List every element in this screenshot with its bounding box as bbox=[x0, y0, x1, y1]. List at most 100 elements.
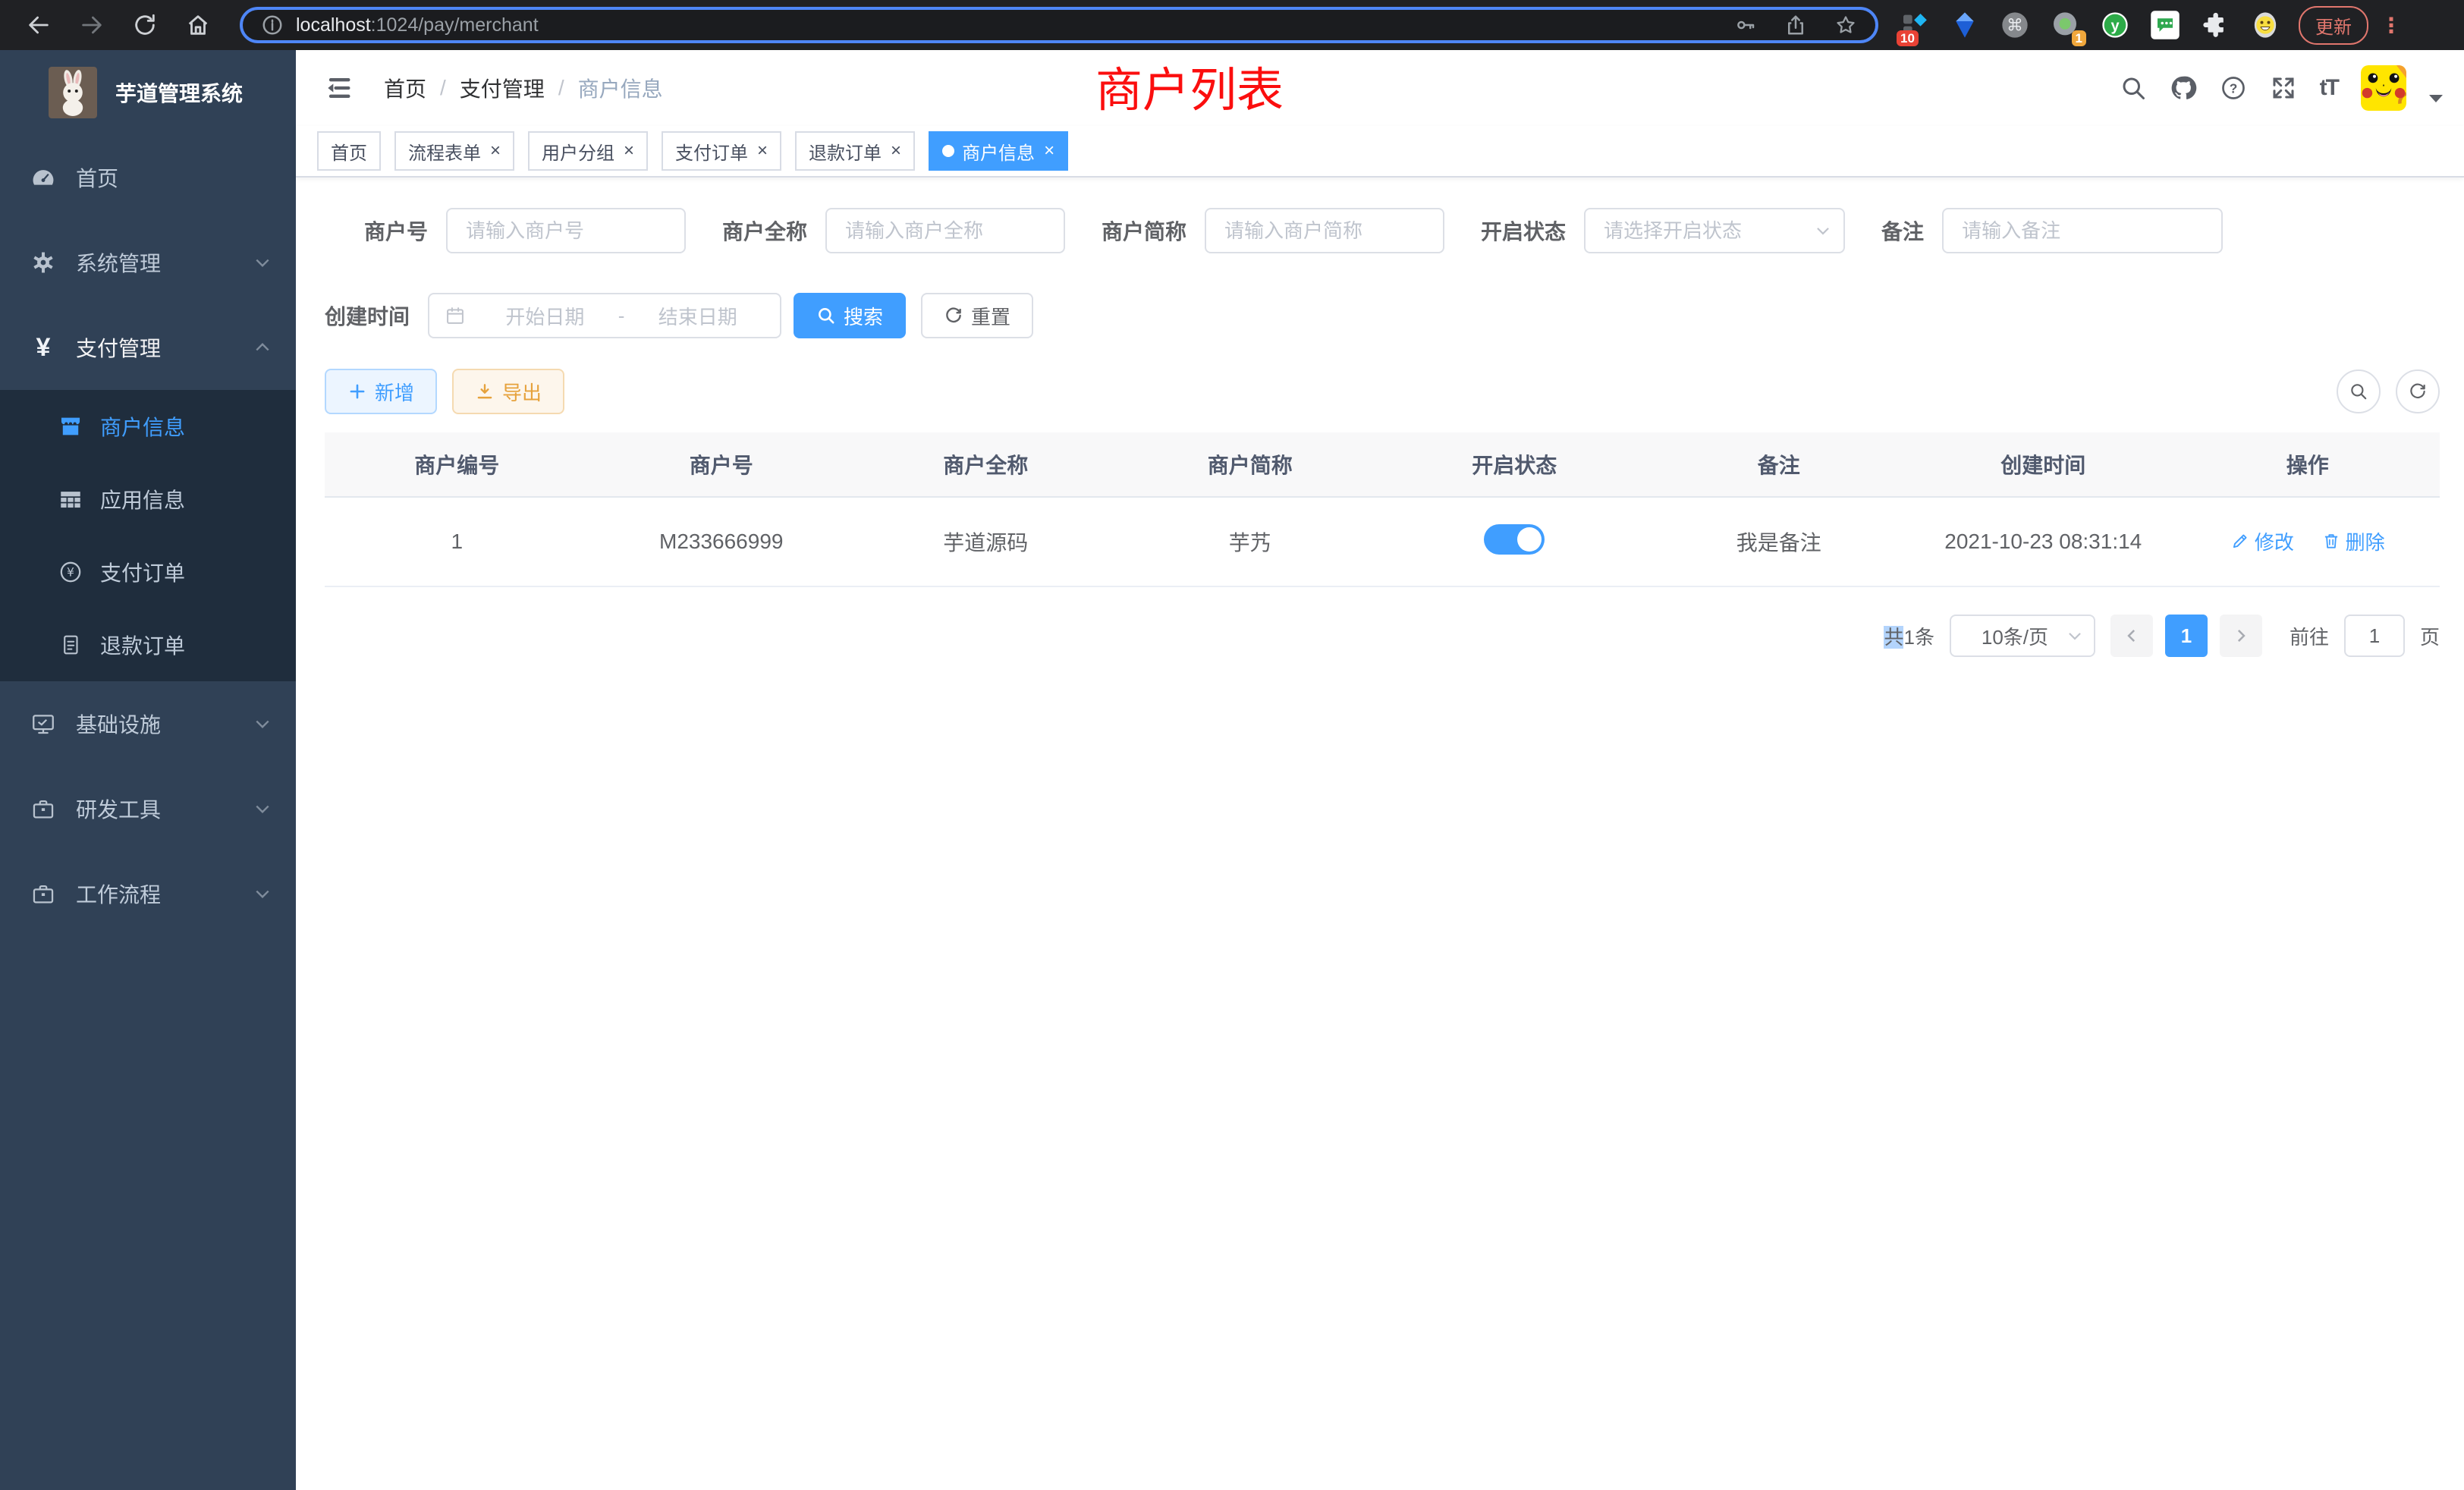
pagination: 共1条 10条/页 1 前往 页 bbox=[325, 615, 2440, 657]
close-icon[interactable]: × bbox=[624, 142, 634, 160]
tab-label: 用户分组 bbox=[542, 138, 614, 165]
merchant-no-input[interactable] bbox=[446, 208, 686, 253]
command-extension-icon[interactable]: ⌘ bbox=[2000, 10, 2030, 40]
tab-refund-order[interactable]: 退款订单× bbox=[795, 131, 915, 171]
back-icon[interactable] bbox=[26, 12, 52, 38]
password-key-icon[interactable] bbox=[1734, 14, 1757, 36]
col-status: 开启状态 bbox=[1382, 432, 1647, 497]
url-bar[interactable]: localhost:1024/pay/merchant bbox=[240, 7, 1878, 43]
tab-user-group[interactable]: 用户分组 × bbox=[528, 131, 648, 171]
share-icon[interactable] bbox=[1784, 14, 1807, 36]
filter-status: 开启状态 bbox=[1481, 208, 1845, 253]
sidebar-item-merchant-info[interactable]: 商户信息 bbox=[0, 390, 296, 463]
toolbar-right bbox=[2337, 369, 2440, 413]
fullscreen-icon[interactable] bbox=[2270, 74, 2297, 102]
sidebar-item-app-info[interactable]: 应用信息 bbox=[0, 463, 296, 536]
cell-status bbox=[1382, 497, 1647, 586]
forward-icon[interactable] bbox=[79, 12, 105, 38]
update-label: 更新 bbox=[2315, 17, 2352, 38]
table-toolbar: 新增 导出 bbox=[325, 369, 2440, 414]
user-avatar[interactable] bbox=[2361, 65, 2406, 111]
reset-button[interactable]: 重置 bbox=[921, 293, 1033, 338]
toggle-search-button[interactable] bbox=[2337, 369, 2381, 413]
search-icon[interactable] bbox=[2120, 74, 2147, 102]
yuque-extension-icon[interactable]: y bbox=[2100, 10, 2130, 40]
cell-actions: 修改 删除 bbox=[2176, 497, 2440, 586]
breadcrumb-home[interactable]: 首页 bbox=[384, 73, 426, 103]
date-range-picker[interactable]: 开始日期 - 结束日期 bbox=[428, 293, 781, 338]
total-number: 1 bbox=[1903, 626, 1914, 649]
tab-label: 支付订单 bbox=[675, 138, 748, 165]
field-label: 商户全称 bbox=[722, 215, 825, 246]
status-select-input[interactable] bbox=[1584, 208, 1845, 253]
gem-extension-icon[interactable] bbox=[1950, 10, 1980, 40]
short-name-input[interactable] bbox=[1205, 208, 1444, 253]
status-toggle[interactable] bbox=[1484, 524, 1545, 555]
browser-update-button[interactable]: 更新 bbox=[2299, 6, 2368, 45]
prev-page-button[interactable] bbox=[2110, 615, 2153, 657]
breadcrumb-current: 商户信息 bbox=[578, 73, 663, 103]
site-info-icon[interactable] bbox=[261, 14, 284, 36]
tab-merchant-info[interactable]: 商户信息× bbox=[929, 131, 1068, 171]
recorder-extension-icon[interactable]: 1 bbox=[2050, 10, 2080, 40]
sidebar-item-refund-order[interactable]: 退款订单 bbox=[0, 608, 296, 681]
tab-pay-order[interactable]: 支付订单 × bbox=[662, 131, 781, 171]
sidebar-item-infra[interactable]: 基础设施 bbox=[0, 681, 296, 766]
pinned-extension-icon[interactable]: 10 bbox=[1900, 10, 1930, 40]
breadcrumb: 首页 / 支付管理 / 商户信息 bbox=[384, 73, 663, 103]
delete-link[interactable]: 删除 bbox=[2321, 527, 2385, 555]
date-start-placeholder[interactable]: 开始日期 bbox=[478, 302, 612, 330]
remark-input[interactable] bbox=[1942, 208, 2223, 253]
home-icon[interactable] bbox=[185, 12, 211, 38]
close-icon[interactable]: × bbox=[490, 142, 501, 160]
github-icon[interactable] bbox=[2170, 74, 2197, 102]
sidebar-item-home[interactable]: 首页 bbox=[0, 135, 296, 220]
sidebar-item-system[interactable]: 系统管理 bbox=[0, 220, 296, 305]
reload-icon[interactable] bbox=[132, 12, 158, 38]
full-name-input[interactable] bbox=[825, 208, 1065, 253]
breadcrumb-separator: / bbox=[558, 76, 564, 100]
edit-link[interactable]: 修改 bbox=[2230, 527, 2294, 555]
search-button-label: 搜索 bbox=[844, 302, 883, 330]
search-button[interactable]: 搜索 bbox=[794, 293, 906, 338]
hamburger-icon[interactable] bbox=[323, 73, 354, 103]
refresh-table-button[interactable] bbox=[2396, 369, 2440, 413]
chat-extension-icon[interactable] bbox=[2150, 10, 2180, 40]
goto-label: 前往 bbox=[2290, 622, 2329, 650]
emoji-extension-icon[interactable] bbox=[2250, 10, 2280, 40]
sidebar-item-devtool[interactable]: 研发工具 bbox=[0, 766, 296, 851]
sidebar-item-workflow[interactable]: 工作流程 bbox=[0, 851, 296, 936]
status-select[interactable] bbox=[1584, 208, 1845, 253]
browser-toolbar: localhost:1024/pay/merchant 10 ⌘ 1 y bbox=[0, 0, 2464, 50]
page-number-1[interactable]: 1 bbox=[2165, 615, 2208, 657]
breadcrumb-pay[interactable]: 支付管理 bbox=[460, 73, 545, 103]
plus-icon bbox=[347, 382, 367, 401]
close-icon[interactable]: × bbox=[891, 142, 901, 160]
tab-home[interactable]: 首页 bbox=[317, 131, 381, 171]
page-size-select[interactable]: 10条/页 bbox=[1950, 615, 2095, 657]
document-icon bbox=[58, 632, 83, 658]
goto-page-input[interactable] bbox=[2344, 615, 2405, 657]
close-icon[interactable]: × bbox=[757, 142, 768, 160]
shop-icon bbox=[58, 413, 83, 439]
date-end-placeholder[interactable]: 结束日期 bbox=[630, 302, 765, 330]
export-button[interactable]: 导出 bbox=[452, 369, 564, 414]
browser-menu-icon[interactable]: ⋮ bbox=[2381, 13, 2402, 38]
caret-down-icon[interactable] bbox=[2429, 95, 2443, 102]
yen-circle-icon: ¥ bbox=[58, 559, 83, 585]
url-path: :1024/pay/merchant bbox=[371, 14, 539, 36]
filter-full-name: 商户全称 bbox=[722, 208, 1065, 253]
bookmark-star-icon[interactable] bbox=[1834, 14, 1857, 36]
sidebar-logo[interactable]: 芋道管理系统 bbox=[0, 50, 296, 135]
tab-process-form[interactable]: 流程表单× bbox=[394, 131, 514, 171]
help-icon[interactable]: ? bbox=[2220, 74, 2247, 102]
close-icon[interactable]: × bbox=[1044, 142, 1054, 160]
puzzle-extensions-icon[interactable] bbox=[2200, 10, 2230, 40]
add-button[interactable]: 新增 bbox=[325, 369, 437, 414]
sidebar-item-pay-order[interactable]: ¥ 支付订单 bbox=[0, 536, 296, 608]
next-page-button[interactable] bbox=[2220, 615, 2262, 657]
refresh-icon bbox=[2408, 382, 2428, 401]
font-size-icon[interactable]: tT bbox=[2320, 75, 2338, 101]
filter-merchant-no: 商户号 bbox=[325, 208, 686, 253]
sidebar-item-pay[interactable]: ¥ 支付管理 bbox=[0, 305, 296, 390]
